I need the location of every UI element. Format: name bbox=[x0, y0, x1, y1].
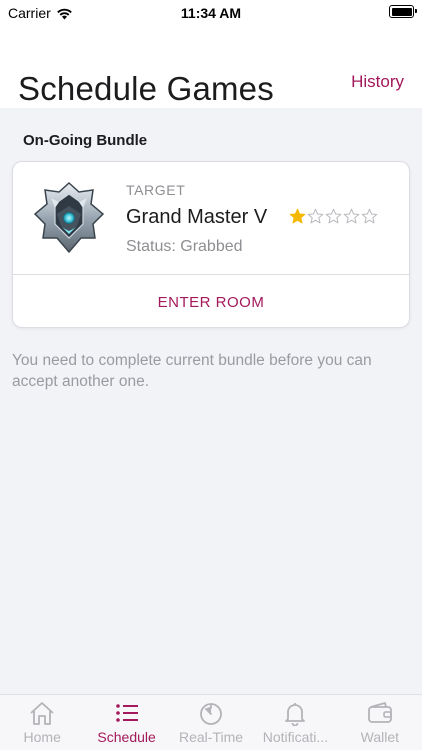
page-title: Schedule Games bbox=[18, 70, 274, 107]
tab-label: Wallet bbox=[360, 729, 400, 745]
star-empty-icon bbox=[307, 208, 324, 224]
star-empty-icon bbox=[361, 208, 378, 224]
tab-notifications[interactable]: Notificati... bbox=[253, 695, 337, 750]
bundle-status: Status: Grabbed bbox=[126, 238, 243, 255]
bell-icon bbox=[285, 703, 306, 726]
tab-label: Real-Time bbox=[178, 729, 244, 745]
tab-bar: Home Schedule Real-Time Notificati... Wa… bbox=[0, 694, 422, 750]
bundle-notice: You need to complete current bundle befo… bbox=[12, 352, 372, 390]
tab-real-time[interactable]: Real-Time bbox=[169, 695, 253, 750]
star-filled-icon bbox=[289, 208, 306, 224]
tab-wallet[interactable]: Wallet bbox=[338, 695, 422, 750]
bundle-card: TARGET Grand Master V Status: Grabbed EN… bbox=[12, 161, 410, 328]
tab-label: Schedule bbox=[97, 729, 156, 745]
star-empty-icon bbox=[325, 208, 342, 224]
list-icon bbox=[115, 704, 138, 722]
tab-label: Notificati... bbox=[262, 729, 329, 745]
tab-home[interactable]: Home bbox=[0, 695, 84, 750]
history-button[interactable]: History bbox=[351, 72, 404, 92]
timer-icon bbox=[200, 703, 222, 725]
tab-schedule[interactable]: Schedule bbox=[84, 695, 168, 750]
rank-name: Grand Master V bbox=[126, 206, 268, 228]
status-bar: Carrier 11:34 AM bbox=[0, 0, 422, 26]
star-rating bbox=[289, 208, 378, 225]
header: Schedule Games History bbox=[0, 26, 422, 108]
grandmaster-rank-emblem bbox=[33, 181, 105, 254]
enter-room-button[interactable]: ENTER ROOM bbox=[13, 275, 409, 327]
clock: 11:34 AM bbox=[180, 5, 242, 21]
home-icon bbox=[30, 702, 54, 725]
section-title: On-Going Bundle bbox=[23, 132, 148, 149]
wallet-icon bbox=[367, 702, 392, 723]
star-empty-icon bbox=[343, 208, 360, 224]
battery-full-icon bbox=[389, 5, 417, 18]
target-label: TARGET bbox=[126, 182, 186, 198]
tab-label: Home bbox=[23, 729, 61, 745]
